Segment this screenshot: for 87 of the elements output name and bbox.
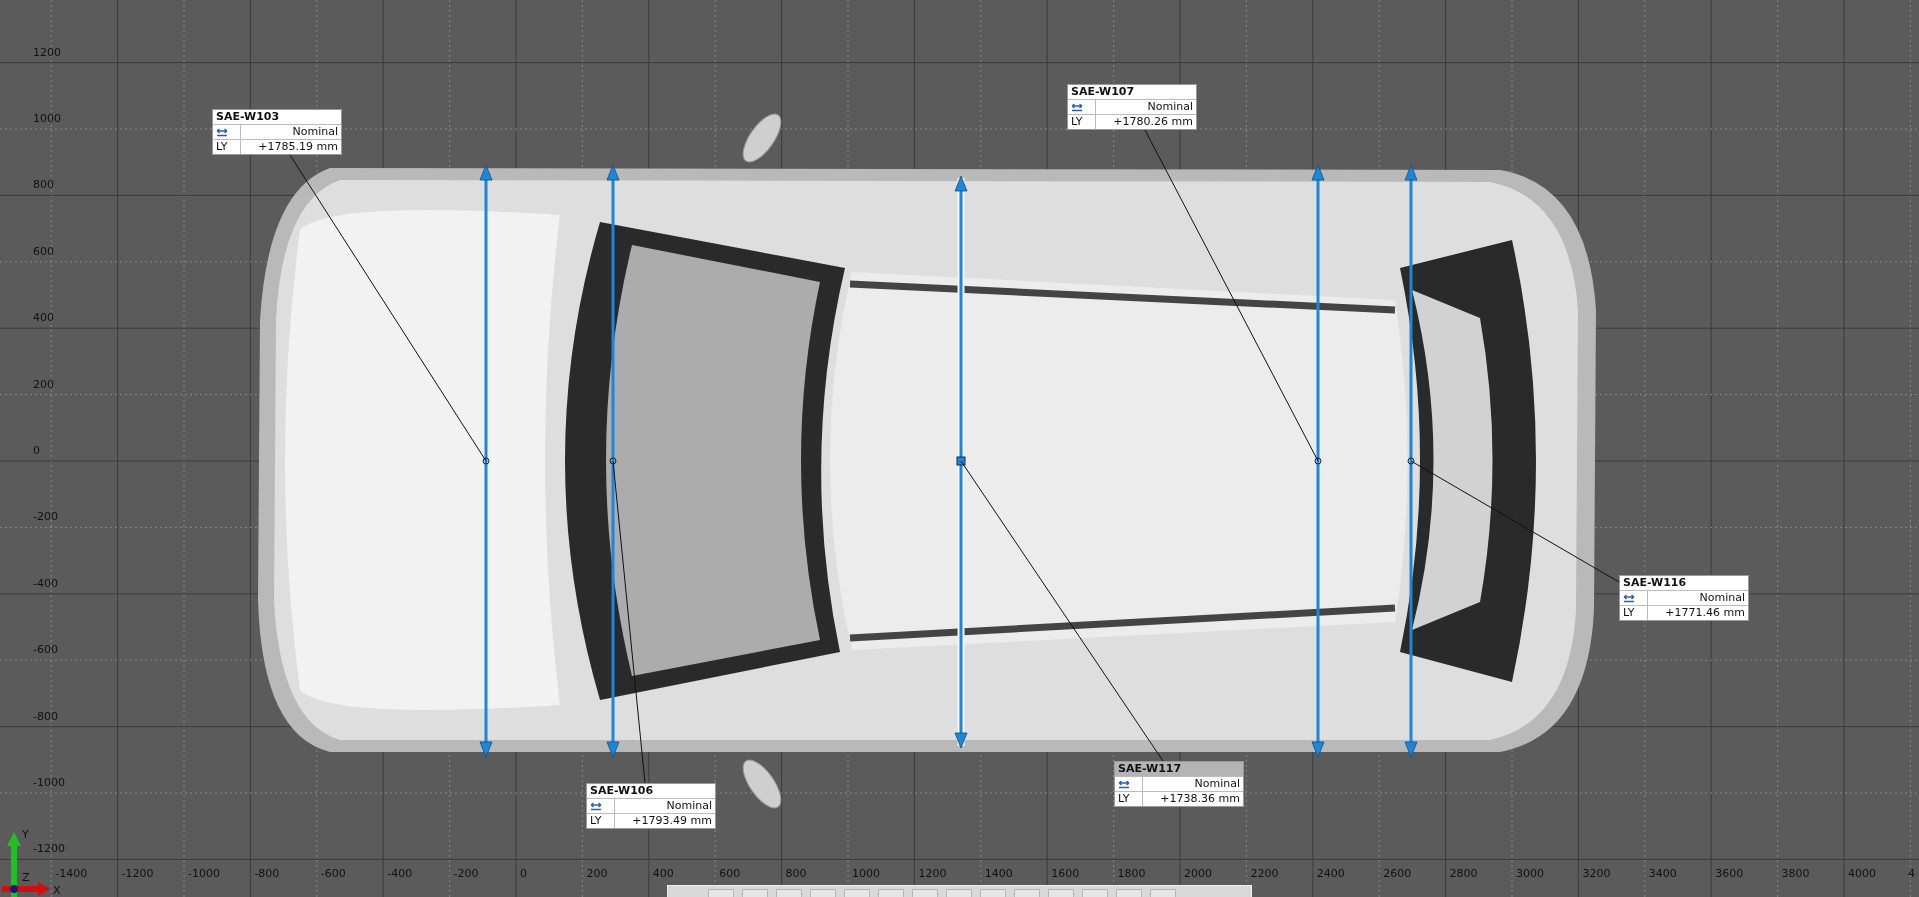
measurement-value: +1793.49 mm [631,814,713,828]
axis-tick-label: 3600 [1715,867,1744,880]
axis-tick-label: 2000 [1184,867,1212,880]
status-value: Nominal [1193,777,1241,791]
axis-tick-label: -800 [254,867,280,880]
axis-tick-label: -1200 [33,842,65,856]
axis-label: LY [587,814,615,828]
axis-tick-label: 4 [1908,867,1915,880]
side-mirror-drawing [742,113,782,163]
axis-tick-label: 2200 [1250,867,1279,880]
status-value: Nominal [665,799,713,813]
callout-title: SAE-W117 [1115,762,1243,776]
side-mirror-drawing [742,759,782,809]
axis-tick-label: 3000 [1516,867,1544,880]
measurement-value: +1780.26 mm [1112,115,1194,129]
toolbar-button[interactable] [912,889,938,897]
axis-tick-label: 3200 [1582,867,1611,880]
toolbar-button[interactable] [1048,889,1074,897]
axis-tick-label: -200 [453,867,479,880]
axis-letter-label: X [53,884,61,897]
toolbar-button[interactable] [776,889,802,897]
axis-tick-label: 800 [33,178,54,192]
axis-tick-label: 2400 [1316,867,1345,880]
dimension-line[interactable] [606,164,620,758]
measurement-value: +1738.36 mm [1159,792,1241,806]
axis-tick-label: 0 [33,444,40,457]
axis-tick-label: 1200 [33,45,61,59]
axis-tick-label: 4000 [1848,867,1876,880]
axis-tick-label: -400 [387,867,413,880]
axis-letter-label: Y [22,828,29,841]
axis-tick-label: 200 [33,377,54,391]
axis-tick-label: 2800 [1449,867,1478,880]
axis-tick-label: 800 [785,867,807,880]
measurement-value: +1771.46 mm [1664,606,1746,620]
toolbar-button[interactable] [980,889,1006,897]
axis-label: LY [213,140,241,154]
axis-tick-label: 400 [652,867,674,880]
status-value: Nominal [1146,100,1194,114]
axis-tick-label: -600 [33,643,58,657]
axis-tick-label: 1200 [918,867,947,880]
width-measure-icon [216,127,228,137]
axis-tick-label: 1600 [1051,867,1080,880]
axis-letter-label: Z [22,871,30,884]
axis-tick-label: -1400 [55,867,88,880]
toolbar-button[interactable] [1014,889,1040,897]
width-measure-icon [1623,593,1635,603]
toolbar-button[interactable] [878,889,904,897]
status-value: Nominal [1698,591,1746,605]
toolbar-button[interactable] [1082,889,1108,897]
width-measure-icon [590,801,602,811]
toolbar-button[interactable] [1116,889,1142,897]
axis-tick-label: 1000 [852,867,880,880]
toolbar-button[interactable] [844,889,870,897]
status-value: Nominal [291,125,339,139]
axis-label: LY [1620,606,1648,620]
dimension-line[interactable] [479,164,493,758]
axis-tick-label: -1000 [33,776,65,789]
axis-tick-label: 2600 [1383,867,1412,880]
axis-tick-label: 600 [33,244,54,258]
dimension-line[interactable] [1311,164,1325,758]
toolbar-button[interactable] [810,889,836,897]
toolbar-button[interactable] [742,889,768,897]
axis-tick-label: 1000 [33,112,61,125]
axis-tick-label: 400 [33,311,54,325]
axis-tick-label: -1000 [188,867,220,880]
axis-tick-label: 3400 [1648,867,1677,880]
dimension-line[interactable] [1404,164,1418,758]
toolbar-button[interactable] [946,889,972,897]
axis-tick-label: 3800 [1781,867,1810,880]
axis-tick-label: 600 [719,867,741,880]
axis-label: LY [1068,115,1096,129]
axis-tick-label: -200 [33,510,58,524]
axis-tick-label: -400 [33,576,58,590]
toolbar-button[interactable] [708,889,734,897]
axis-tick-label: 1800 [1117,867,1146,880]
axis-tick-label: -1200 [121,867,154,880]
axis-tick-label: 200 [586,867,608,880]
axis-tick-label: -800 [33,709,58,723]
z-axis-dot [10,885,18,893]
width-measure-icon [1118,779,1130,789]
axis-label: LY [1115,792,1143,806]
axis-tick-label: 0 [520,867,527,880]
axis-tick-label: -600 [320,867,346,880]
measurement-value: +1785.19 mm [257,140,339,154]
width-measure-icon [1071,102,1083,112]
toolbar-button[interactable] [1150,889,1176,897]
axis-tick-label: 1400 [984,867,1013,880]
